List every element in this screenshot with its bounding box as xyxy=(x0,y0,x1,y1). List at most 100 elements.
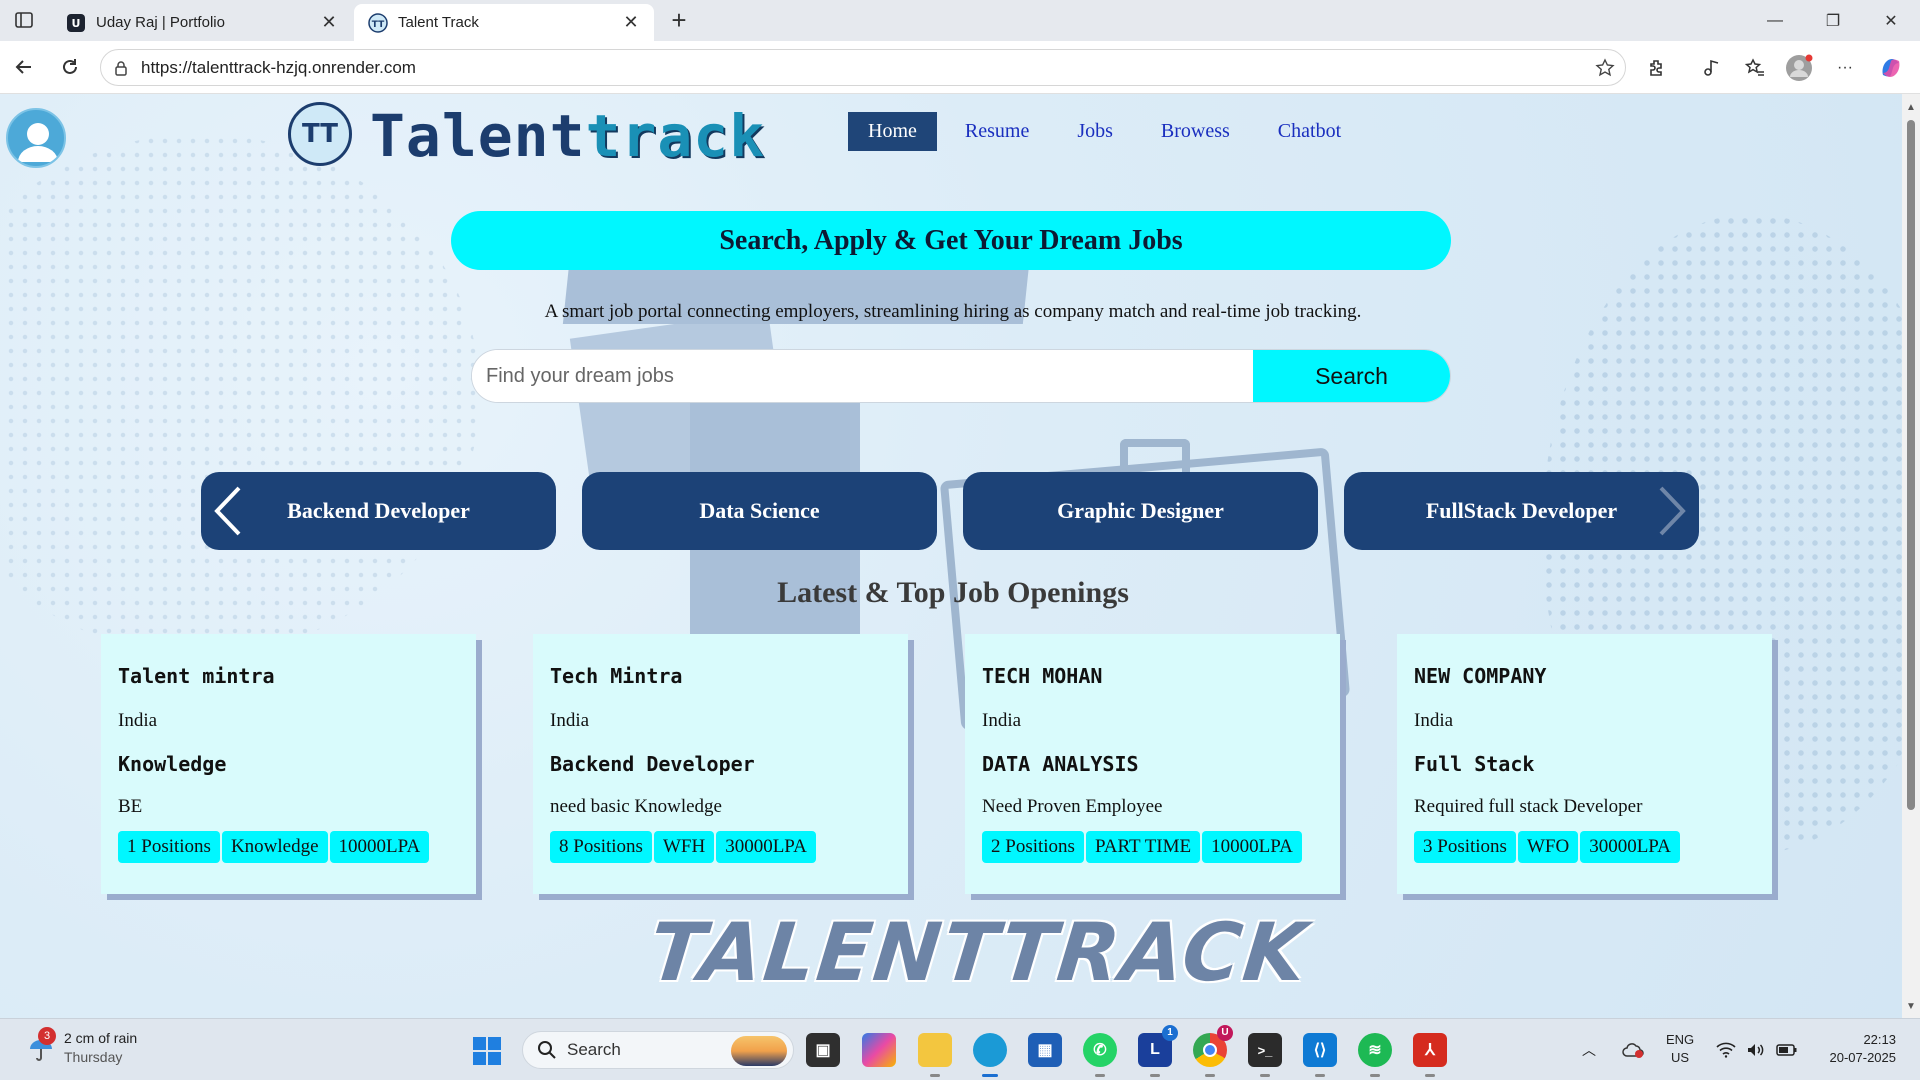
os-taskbar: 3 2 cm of rain Thursday Search ▣ ▦ ✆ L 1… xyxy=(0,1018,1920,1080)
job-company: Talent mintra xyxy=(118,664,275,688)
url-text: https://talenttrack-hzjq.onrender.com xyxy=(141,57,416,77)
nav-browess[interactable]: Browess xyxy=(1161,120,1230,143)
system-clock[interactable]: 22:13 20-07-2025 xyxy=(1818,1031,1897,1067)
scroll-down-icon[interactable]: ▼ xyxy=(1906,1001,1916,1012)
site-logo-icon[interactable]: TT xyxy=(288,102,352,166)
tab-title: Uday Raj | Portfolio xyxy=(96,14,225,31)
nav-home[interactable]: Home xyxy=(848,112,937,151)
user-avatar-icon[interactable] xyxy=(6,108,66,168)
windows-start-icon[interactable] xyxy=(472,1036,502,1066)
taskbar-search-label: Search xyxy=(567,1040,621,1059)
tab-actions-icon[interactable] xyxy=(14,10,34,30)
job-type-badge: WFH xyxy=(653,831,715,863)
site-info-icon[interactable] xyxy=(101,60,141,76)
back-icon[interactable] xyxy=(10,53,38,81)
favorite-star-icon[interactable] xyxy=(1585,57,1625,78)
profile-icon[interactable] xyxy=(1784,53,1814,83)
media-icon[interactable] xyxy=(1696,53,1726,83)
category-fullstack-developer[interactable]: FullStack Developer xyxy=(1344,472,1699,550)
scroll-up-icon[interactable]: ▲ xyxy=(1906,102,1916,113)
job-company: NEW COMPANY xyxy=(1414,664,1547,688)
page-viewport: TT Talenttrack Home Resume Jobs Browess … xyxy=(0,94,1902,1018)
new-tab-button[interactable]: + xyxy=(664,6,694,36)
nav-chatbot[interactable]: Chatbot xyxy=(1278,120,1341,143)
language-indicator[interactable]: ENG US xyxy=(1666,1031,1694,1067)
minimize-icon[interactable]: — xyxy=(1746,0,1804,41)
job-card[interactable]: NEW COMPANY India Full Stack Required fu… xyxy=(1397,634,1772,894)
tab-talent-track[interactable]: TT Talent Track ✕ xyxy=(354,4,654,41)
section-title: Latest & Top Job Openings xyxy=(777,576,1129,609)
tray-overflow-icon[interactable]: ︿ xyxy=(1582,1019,1596,1080)
scrollbar-thumb[interactable] xyxy=(1907,120,1915,810)
battery-icon[interactable] xyxy=(1776,1019,1798,1080)
tab-bar: U Uday Raj | Portfolio ✕ TT Talent Track… xyxy=(0,0,1920,41)
extensions-icon[interactable] xyxy=(1642,53,1672,83)
tab-close-icon[interactable]: ✕ xyxy=(320,12,338,33)
l-app-icon[interactable]: L 1 xyxy=(1138,1025,1178,1077)
category-backend-developer[interactable]: Backend Developer xyxy=(201,472,556,550)
refresh-icon[interactable] xyxy=(56,53,84,81)
favorites-icon[interactable] xyxy=(1740,53,1770,83)
job-salary-badge: 30000LPA xyxy=(1580,831,1680,863)
onedrive-status-icon[interactable] xyxy=(1622,1019,1644,1080)
job-card[interactable]: TECH MOHAN India DATA ANALYSIS Need Prov… xyxy=(965,634,1340,894)
job-tags: 3 Positions WFO 30000LPA xyxy=(1414,831,1758,863)
pdf-reader-icon[interactable]: ⅄ xyxy=(1413,1033,1447,1077)
copilot-app-icon[interactable] xyxy=(862,1033,896,1067)
job-search-input[interactable] xyxy=(472,350,1253,402)
wifi-icon[interactable] xyxy=(1716,1019,1736,1080)
address-bar[interactable]: https://talenttrack-hzjq.onrender.com xyxy=(100,49,1626,86)
job-location: India xyxy=(1414,710,1454,731)
category-graphic-designer[interactable]: Graphic Designer xyxy=(963,472,1318,550)
tab-close-icon[interactable]: ✕ xyxy=(622,12,640,33)
volume-icon[interactable] xyxy=(1746,1019,1766,1080)
job-location: India xyxy=(982,710,1022,731)
page-scrollbar[interactable]: ▲ ▼ xyxy=(1902,94,1920,1018)
carousel-prev-icon[interactable] xyxy=(213,486,243,536)
terminal-icon[interactable]: >_ xyxy=(1248,1033,1282,1077)
file-explorer-icon[interactable] xyxy=(918,1033,952,1077)
edge-browser-icon[interactable] xyxy=(973,1033,1007,1077)
hero-title: Search, Apply & Get Your Dream Jobs xyxy=(451,211,1451,270)
site-logo-text[interactable]: Talenttrack xyxy=(370,102,765,170)
nav-jobs[interactable]: Jobs xyxy=(1077,120,1113,143)
clock-date: 20-07-2025 xyxy=(1829,1050,1897,1065)
whatsapp-icon[interactable]: ✆ xyxy=(1083,1033,1117,1077)
copilot-icon[interactable] xyxy=(1876,53,1906,83)
job-company: TECH MOHAN xyxy=(982,664,1103,688)
tab-portfolio[interactable]: U Uday Raj | Portfolio ✕ xyxy=(52,4,352,41)
vscode-icon[interactable]: ⟨⟩ xyxy=(1303,1033,1337,1077)
restore-icon[interactable]: ❐ xyxy=(1804,0,1862,41)
close-window-icon[interactable]: ✕ xyxy=(1862,0,1920,41)
job-type-badge: Knowledge xyxy=(221,831,328,863)
spotify-icon[interactable]: ≋ xyxy=(1358,1033,1392,1077)
portfolio-favicon-icon: U xyxy=(66,13,86,33)
category-carousel: Backend Developer Data Science Graphic D… xyxy=(201,472,1701,550)
job-search-bar: Search xyxy=(471,349,1451,403)
taskbar-search[interactable]: Search xyxy=(522,1031,794,1069)
store-icon[interactable]: ▦ xyxy=(1028,1033,1062,1067)
job-description: BE xyxy=(118,796,143,817)
browser-toolbar: https://talenttrack-hzjq.onrender.com ··… xyxy=(0,41,1920,94)
category-data-science[interactable]: Data Science xyxy=(582,472,937,550)
job-card[interactable]: Tech Mintra India Backend Developer need… xyxy=(533,634,908,894)
job-type-badge: WFO xyxy=(1517,831,1579,863)
more-options-icon[interactable]: ··· xyxy=(1830,53,1860,83)
job-search-button[interactable]: Search xyxy=(1253,350,1450,402)
nav-resume[interactable]: Resume xyxy=(965,120,1029,143)
job-role: Full Stack xyxy=(1414,752,1535,776)
svg-text:U: U xyxy=(72,17,81,30)
weather-widget[interactable]: 3 2 cm of rain Thursday xyxy=(26,1027,138,1067)
job-positions-badge: 1 Positions xyxy=(118,831,220,863)
job-type-badge: PART TIME xyxy=(1085,831,1201,863)
task-view-icon[interactable]: ▣ xyxy=(806,1033,840,1067)
job-role: Knowledge xyxy=(118,752,227,776)
l-app-letter: L xyxy=(1150,1041,1160,1058)
tab-title: Talent Track xyxy=(398,14,479,31)
carousel-next-icon[interactable] xyxy=(1657,486,1687,536)
job-card[interactable]: Talent mintra India Knowledge BE 1 Posit… xyxy=(101,634,476,894)
chrome-icon[interactable]: U xyxy=(1193,1025,1233,1077)
talenttrack-favicon-icon: TT xyxy=(368,12,388,33)
weather-alert-badge: 3 xyxy=(38,1027,56,1045)
weather-text: 2 cm of rain xyxy=(64,1030,138,1046)
